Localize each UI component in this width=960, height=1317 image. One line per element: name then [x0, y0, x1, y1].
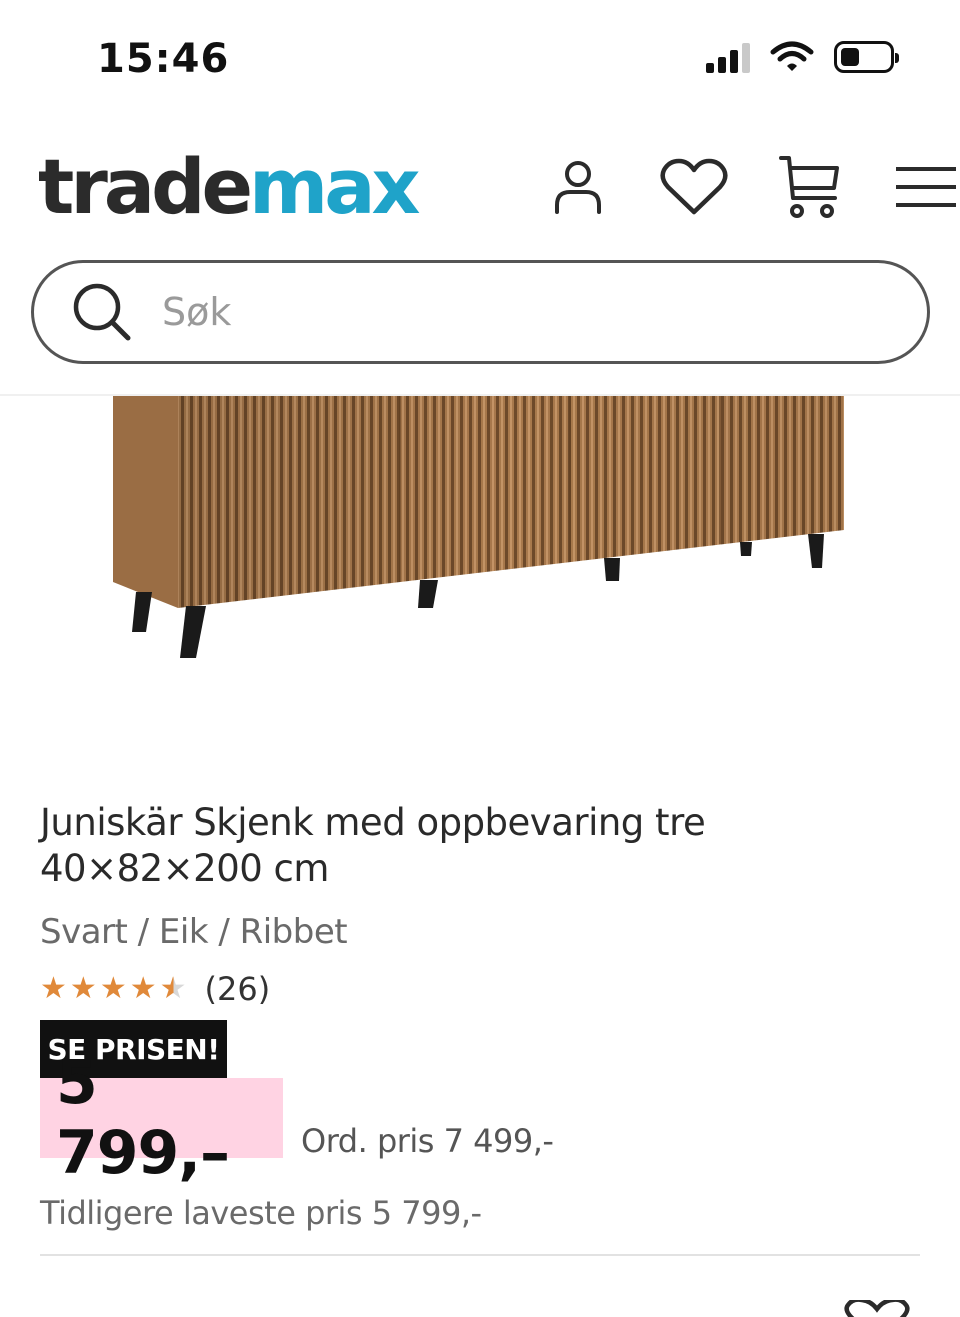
cart-icon — [779, 156, 839, 218]
star-icon: ★ — [40, 971, 67, 1006]
menu-button[interactable] — [868, 152, 960, 222]
status-time: 15:46 — [97, 36, 230, 82]
star-icon: ★ — [129, 971, 157, 1006]
star-icon: ★ — [99, 971, 127, 1006]
battery-icon — [834, 41, 899, 73]
site-header: trademax — [0, 140, 960, 240]
product-variant: Svart / Eik / Ribbet — [40, 912, 348, 952]
search-input[interactable] — [162, 290, 862, 334]
trademax-logo[interactable]: trademax — [38, 142, 421, 232]
cart-button[interactable] — [752, 152, 868, 222]
product-title[interactable]: Juniskär Skjenk med oppbevaring tre 40×8… — [40, 800, 900, 892]
status-bar: 15:46 — [0, 0, 960, 110]
wishlist-button[interactable] — [636, 152, 752, 222]
lowest-previous-price: Tidligere laveste pris 5 799,- — [40, 1194, 482, 1232]
product-image[interactable] — [100, 396, 860, 676]
search-bar[interactable] — [31, 260, 930, 364]
logo-text-max: max — [249, 142, 420, 231]
cellular-signal-icon — [706, 41, 750, 73]
wishlist-heart-icon[interactable] — [842, 1300, 912, 1317]
price-box: 5 799,– — [40, 1048, 283, 1188]
logo-text-trade: trade — [38, 142, 253, 231]
section-divider — [40, 1254, 920, 1256]
wifi-icon — [770, 41, 814, 71]
account-button[interactable] — [520, 152, 636, 222]
star-icon: ★ — [69, 971, 97, 1006]
half-star-icon: ★ — [159, 971, 187, 1006]
ordinary-price: Ord. pris 7 499,- — [301, 1122, 554, 1160]
product-rating[interactable]: ★ ★ ★ ★ ★ (26) — [40, 970, 270, 1008]
search-icon[interactable] — [70, 280, 134, 344]
rating-count: (26) — [204, 970, 271, 1008]
current-price: 5 799,– — [56, 1048, 230, 1188]
user-icon — [555, 161, 601, 214]
rating-stars: ★ ★ ★ ★ ★ — [40, 971, 187, 1007]
heart-icon — [660, 158, 728, 215]
status-icons — [706, 40, 899, 74]
header-actions — [520, 152, 960, 222]
menu-icon — [896, 167, 956, 207]
